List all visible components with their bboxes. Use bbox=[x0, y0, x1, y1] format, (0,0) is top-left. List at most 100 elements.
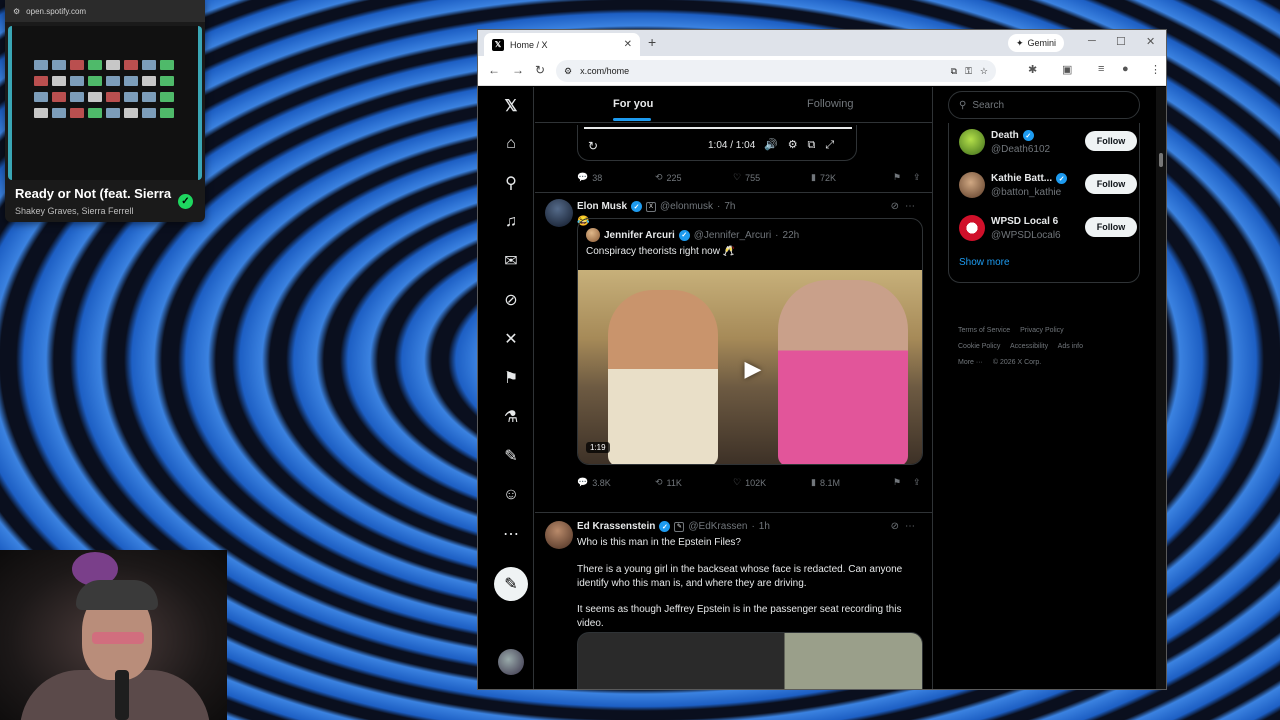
post-ed-krassenstein[interactable]: Ed Krassenstein ✓ ✎ @EdKrassen · 1h ⊘⋯ W… bbox=[535, 513, 932, 689]
site-info-icon[interactable]: ⚙ bbox=[564, 66, 572, 77]
post-text-line-1: Who is this man in the Epstein Files? bbox=[577, 537, 741, 548]
compose-post-button[interactable]: ✎ bbox=[494, 567, 528, 601]
views-icon: ▮ bbox=[811, 477, 816, 487]
post-elon-musk[interactable]: Elon Musk ✓ X @elonmusk · 7h ⊘⋯ 😂 Jennif… bbox=[535, 193, 932, 511]
explore-search-icon[interactable]: ⚲ bbox=[500, 172, 522, 194]
repost-button[interactable]: ⟲ 11K bbox=[655, 477, 682, 488]
new-tab-button[interactable]: + bbox=[648, 34, 656, 50]
back-button[interactable]: ← bbox=[488, 63, 500, 77]
follow-button[interactable]: Follow bbox=[1085, 131, 1137, 151]
author-name[interactable]: Ed Krassenstein bbox=[577, 521, 655, 532]
like-button[interactable]: ♡ 755 bbox=[733, 172, 760, 183]
close-tab-icon[interactable]: ✕ bbox=[624, 39, 632, 50]
tab-bar: 𝕏 Home / X ✕ + ✦ Gemini ─ ☐ ✕ bbox=[478, 30, 1166, 56]
side-panel-icon[interactable]: ▣ bbox=[1062, 63, 1072, 76]
post-time[interactable]: 1h bbox=[759, 521, 770, 532]
footer-link[interactable]: More ··· bbox=[958, 359, 983, 366]
post-menu-icons[interactable]: ⊘⋯ bbox=[891, 521, 921, 532]
quote-avatar bbox=[586, 228, 600, 242]
post-actions: 💬 38 ⟲ 225 ♡ 755 ▮ 72K ⚑ ⇪ bbox=[577, 170, 927, 186]
repost-button[interactable]: ⟲ 225 bbox=[655, 172, 682, 183]
avatar[interactable] bbox=[545, 521, 573, 549]
quote-video[interactable]: ▶ 1:19 bbox=[578, 270, 922, 464]
follow-suggestion[interactable]: Kathie Batt... ✓ @batton_kathie Follow bbox=[959, 170, 1137, 204]
share-icon[interactable]: ⇪ bbox=[913, 172, 921, 183]
jobs-flask-icon[interactable]: ⚗ bbox=[500, 406, 522, 428]
more-options-icon[interactable]: ⋯ bbox=[500, 523, 522, 545]
address-bar[interactable]: ⚙ x.com/home ⧉ ⚿ ☆ bbox=[556, 60, 996, 82]
messages-envelope-icon[interactable]: ✉ bbox=[500, 250, 522, 272]
premium-x-icon[interactable]: ✕ bbox=[500, 328, 522, 350]
show-more-link[interactable]: Show more bbox=[959, 257, 1010, 268]
replay-icon[interactable]: ↻ bbox=[588, 139, 598, 153]
search-icon: ⚲ bbox=[959, 99, 967, 111]
maximize-button[interactable]: ☐ bbox=[1116, 35, 1126, 48]
reload-button[interactable]: ↻ bbox=[535, 63, 545, 77]
quoted-post[interactable]: Jennifer Arcuri ✓ @Jennifer_Arcuri · 22h… bbox=[577, 218, 923, 465]
follow-button[interactable]: Follow bbox=[1085, 217, 1137, 237]
video-progress-bar[interactable] bbox=[584, 127, 852, 129]
post-time[interactable]: 7h bbox=[724, 201, 735, 212]
post-menu-icons[interactable]: ⊘⋯ bbox=[891, 201, 921, 212]
play-icon[interactable]: ▶ bbox=[738, 354, 768, 384]
post-text-line-2: There is a young girl in the backseat wh… bbox=[577, 564, 903, 589]
account-avatar[interactable] bbox=[498, 649, 524, 675]
share-icon[interactable]: ⇪ bbox=[913, 477, 921, 488]
close-window-button[interactable]: ✕ bbox=[1146, 35, 1155, 48]
x-logo-icon[interactable]: 𝕏 bbox=[500, 95, 522, 117]
media-controls-icon[interactable]: ≡ bbox=[1098, 63, 1104, 75]
footer-link[interactable]: Cookie Policy bbox=[958, 343, 1000, 350]
reply-button[interactable]: 💬 3.8K bbox=[577, 477, 611, 488]
author-handle[interactable]: @elonmusk bbox=[660, 201, 713, 212]
views-button[interactable]: ▮ 72K bbox=[811, 172, 836, 183]
reply-button[interactable]: 💬 38 bbox=[577, 172, 602, 183]
author-handle[interactable]: @EdKrassen bbox=[688, 521, 747, 532]
bookmark-icon[interactable]: ⚑ bbox=[893, 477, 901, 488]
profile-icon[interactable]: ☺ bbox=[500, 484, 522, 506]
settings-icon[interactable]: ⚙ bbox=[13, 7, 20, 16]
profile-avatar-icon[interactable]: ● bbox=[1122, 63, 1129, 75]
install-app-icon[interactable]: ⧉ bbox=[951, 66, 957, 77]
scrollbar-thumb[interactable] bbox=[1159, 153, 1163, 167]
minimize-button[interactable]: ─ bbox=[1088, 35, 1096, 47]
extensions-icon[interactable]: ✱ bbox=[1028, 63, 1037, 76]
follow-suggestion[interactable]: Death ✓ @Death6102 Follow bbox=[959, 127, 1137, 161]
bookmark-star-icon[interactable]: ☆ bbox=[980, 66, 988, 77]
footer-link[interactable]: Terms of Service bbox=[958, 327, 1010, 334]
footer-link[interactable]: Privacy Policy bbox=[1020, 327, 1064, 334]
post-text-line-3: It seems as though Jeffrey Epstein is in… bbox=[577, 604, 902, 629]
footer-link[interactable]: Accessibility bbox=[1010, 343, 1048, 350]
avatar bbox=[959, 215, 985, 241]
footer-copyright: © 2026 X Corp. bbox=[992, 359, 1042, 366]
video-control-icons[interactable]: 🔊⚙⧉⤢ bbox=[764, 138, 844, 152]
follow-button[interactable]: Follow bbox=[1085, 174, 1137, 194]
gemini-button[interactable]: ✦ Gemini bbox=[1008, 34, 1065, 52]
notifications-bell-icon[interactable]: ♫ bbox=[500, 211, 522, 233]
tab-for-you[interactable]: For you bbox=[613, 98, 653, 110]
forward-button[interactable]: → bbox=[512, 63, 524, 77]
search-input[interactable]: ⚲ Search bbox=[948, 91, 1140, 119]
home-icon[interactable]: ⌂ bbox=[500, 133, 522, 155]
grok-icon[interactable]: ⊘ bbox=[500, 289, 522, 311]
page-scrollbar[interactable] bbox=[1156, 87, 1166, 689]
footer-link[interactable]: Ads info bbox=[1058, 343, 1083, 350]
views-button[interactable]: ▮ 8.1M bbox=[811, 477, 840, 488]
post-video[interactable] bbox=[577, 632, 923, 689]
password-key-icon[interactable]: ⚿ bbox=[965, 66, 972, 77]
author-name[interactable]: Elon Musk bbox=[577, 201, 627, 212]
browser-window: 𝕏 Home / X ✕ + ✦ Gemini ─ ☐ ✕ ← → ↻ ⚙ x.… bbox=[477, 29, 1167, 690]
repost-icon: ⟲ bbox=[655, 477, 663, 487]
tab-following[interactable]: Following bbox=[807, 98, 853, 110]
spotify-mini-player[interactable]: ⚙ open.spotify.com Ready or Not (feat. S… bbox=[5, 0, 205, 222]
avatar[interactable] bbox=[545, 199, 573, 227]
bookmarks-icon[interactable]: ⚑ bbox=[500, 367, 522, 389]
gemini-label: Gemini bbox=[1027, 38, 1057, 48]
verified-badge-icon: ✓ bbox=[1022, 130, 1034, 141]
like-button[interactable]: ♡ 102K bbox=[733, 477, 766, 488]
follow-suggestion[interactable]: WPSD Local 6 @WPSDLocal6 Follow bbox=[959, 213, 1137, 247]
bookmark-icon[interactable]: ⚑ bbox=[893, 172, 901, 183]
saved-check-icon[interactable]: ✓ bbox=[178, 194, 193, 209]
tab-home-x[interactable]: 𝕏 Home / X ✕ bbox=[484, 33, 640, 56]
articles-icon[interactable]: ✎ bbox=[500, 445, 522, 467]
browser-menu-icon[interactable]: ⋮ bbox=[1150, 63, 1161, 76]
